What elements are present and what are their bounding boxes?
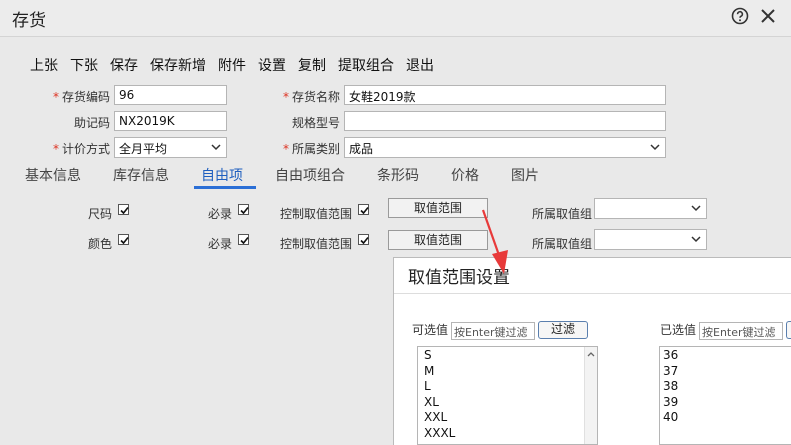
mnemonic-input[interactable]: NX2019K — [114, 111, 227, 131]
control-range-checkbox[interactable] — [358, 234, 369, 245]
list-item[interactable]: 36 — [660, 348, 791, 364]
name-label: * 存货名称 — [282, 90, 340, 104]
check-icon — [240, 236, 249, 245]
list-item[interactable]: XXL — [418, 410, 597, 426]
title-bar — [0, 0, 791, 37]
control-range-label: 控制取值范围 — [279, 207, 352, 221]
window-title: 存货 — [12, 11, 46, 31]
category-label: * 所属类别 — [282, 142, 340, 156]
costing-value: 全月平均 — [119, 142, 168, 156]
selected-values-list[interactable]: 36 37 38 39 40 — [659, 346, 791, 445]
control-range-checkbox[interactable] — [358, 204, 369, 215]
costing-label: * 计价方式 — [52, 142, 110, 156]
required-checkbox[interactable] — [238, 204, 249, 215]
costing-select[interactable]: 全月平均 — [114, 137, 227, 158]
settings-button[interactable]: 设置 — [258, 55, 286, 75]
value-group-select[interactable] — [594, 229, 707, 250]
list-item[interactable]: L — [418, 379, 597, 395]
check-icon — [360, 206, 369, 215]
value-group-select[interactable] — [594, 198, 707, 219]
chevron-down-icon — [691, 205, 701, 212]
value-range-button[interactable]: 取值范围 — [388, 198, 488, 218]
selected-label: 已选值 — [660, 323, 697, 337]
annotation-arrow-icon — [481, 209, 508, 274]
list-item[interactable]: 38 — [660, 379, 791, 395]
available-label: 可选值 — [412, 323, 449, 337]
mnemonic-label: 助记码 — [73, 116, 110, 130]
chevron-down-icon — [650, 144, 660, 151]
extract-combination-button[interactable]: 提取组合 — [338, 55, 394, 75]
filter-button[interactable]: 过滤 — [538, 321, 588, 339]
code-label: * 存货编码 — [52, 90, 110, 104]
free-item-name: 尺码 — [87, 207, 112, 221]
required-label: 必录 — [207, 207, 232, 221]
list-item[interactable]: XL — [418, 395, 597, 411]
tab-free-items[interactable]: 自由项 — [201, 165, 243, 185]
spec-label: 规格型号 — [291, 116, 340, 130]
list-item[interactable]: M — [418, 364, 597, 380]
code-input[interactable]: 96 — [114, 85, 227, 105]
value-range-button[interactable]: 取值范围 — [388, 230, 488, 250]
prev-record-button[interactable]: 上张 — [30, 55, 58, 75]
list-item[interactable]: 37 — [660, 364, 791, 380]
close-icon[interactable] — [760, 8, 776, 24]
category-value: 成品 — [349, 142, 374, 156]
free-item-name: 颜色 — [87, 237, 112, 251]
category-select[interactable]: 成品 — [344, 137, 666, 158]
value-group-label: 所属取值组 — [531, 207, 592, 221]
value-range-dialog: 取值范围设置 可选值 按Enter键过滤 过滤 已选值 按Enter键过滤 S … — [393, 257, 791, 445]
control-range-label: 控制取值范围 — [279, 237, 352, 251]
available-filter-input[interactable]: 按Enter键过滤 — [451, 322, 535, 340]
selected-filter-button[interactable] — [786, 321, 791, 339]
tab-image[interactable]: 图片 — [511, 165, 539, 185]
chevron-down-icon — [691, 236, 701, 243]
help-icon[interactable] — [731, 7, 749, 25]
list-item[interactable]: S — [418, 348, 597, 364]
list-item[interactable]: 39 — [660, 395, 791, 411]
available-values-list[interactable]: S M L XL XXL XXXL — [417, 346, 598, 445]
chevron-down-icon — [211, 144, 221, 151]
required-checkbox[interactable] — [238, 234, 249, 245]
tab-basic-info[interactable]: 基本信息 — [25, 165, 81, 185]
check-icon — [120, 236, 129, 245]
check-icon — [360, 236, 369, 245]
scrollbar[interactable] — [584, 347, 597, 444]
save-and-new-button[interactable]: 保存新增 — [150, 55, 206, 75]
exit-button[interactable]: 退出 — [406, 55, 434, 75]
free-item-enable-checkbox[interactable] — [118, 234, 129, 245]
free-item-enable-checkbox[interactable] — [118, 204, 129, 215]
check-icon — [120, 206, 129, 215]
next-record-button[interactable]: 下张 — [70, 55, 98, 75]
tab-free-item-combination[interactable]: 自由项组合 — [275, 165, 345, 185]
save-button[interactable]: 保存 — [110, 55, 138, 75]
tab-inventory-info[interactable]: 库存信息 — [113, 165, 169, 185]
scroll-up-icon — [587, 352, 595, 357]
list-item[interactable]: 40 — [660, 410, 791, 426]
selected-filter-input[interactable]: 按Enter键过滤 — [699, 322, 783, 340]
list-item[interactable]: XXXL — [418, 426, 597, 442]
active-tab-indicator — [194, 186, 256, 189]
tab-barcode[interactable]: 条形码 — [377, 165, 419, 185]
required-label: 必录 — [207, 237, 232, 251]
value-group-label: 所属取值组 — [531, 237, 592, 251]
copy-button[interactable]: 复制 — [298, 55, 326, 75]
spec-input[interactable] — [344, 111, 666, 131]
dialog-divider — [394, 293, 791, 294]
attachment-button[interactable]: 附件 — [218, 55, 246, 75]
check-icon — [240, 206, 249, 215]
tab-price[interactable]: 价格 — [451, 165, 479, 185]
name-input[interactable]: 女鞋2019款 — [344, 85, 666, 105]
